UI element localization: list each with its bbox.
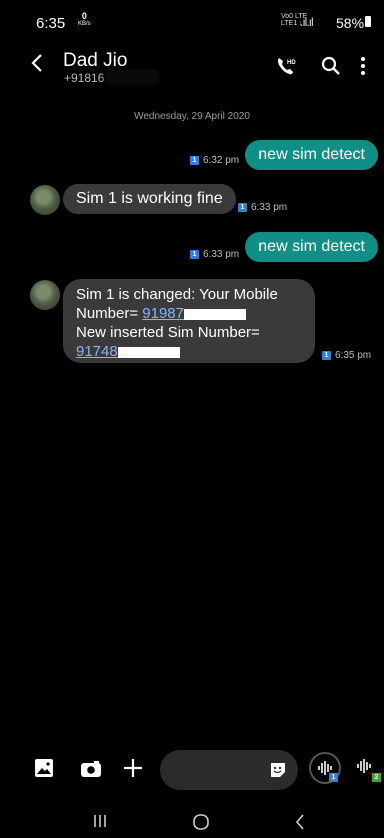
recent-apps-icon[interactable]	[92, 813, 108, 834]
search-icon[interactable]	[321, 56, 341, 76]
message-bubble-incoming[interactable]: Sim 1 is changed: Your Mobile Number= 91…	[63, 279, 315, 363]
message-bubble-outgoing[interactable]: new sim detect	[245, 232, 378, 262]
message-bubble-incoming[interactable]: Sim 1 is working fine	[63, 184, 236, 214]
message-line: New inserted Sim Number=	[76, 324, 260, 341]
message-bubble-outgoing[interactable]: new sim detect	[245, 140, 378, 170]
message-text: Number=	[76, 305, 143, 322]
voice-sim1-button[interactable]: 1	[309, 752, 341, 784]
status-bar: 6:35 0 KB/s Vo0 LTE LTE1 ↓↑ .ıl.ıl 58%	[0, 0, 384, 40]
avatar[interactable]	[30, 280, 60, 310]
home-icon[interactable]	[192, 813, 210, 836]
signal-icon: .ıl.ıl	[300, 15, 314, 29]
voice-sim2-button[interactable]: 2	[352, 752, 382, 784]
time-label: 6:33 pm	[203, 249, 240, 260]
gallery-icon[interactable]	[34, 758, 60, 784]
number-redaction	[184, 308, 246, 320]
net-speed: 0 KB/s	[78, 12, 91, 28]
message-line: 91748	[76, 342, 315, 361]
time-label: 6:35 pm	[335, 350, 372, 361]
net-speed-unit: KB/s	[78, 21, 91, 27]
sticker-icon[interactable]	[270, 762, 286, 778]
phone-link[interactable]: 91987	[142, 305, 184, 322]
svg-text:HD: HD	[287, 60, 296, 66]
sim-badge-icon: 1	[322, 350, 331, 360]
message-time: 1 6:33 pm	[190, 249, 239, 260]
number-redaction	[104, 69, 160, 85]
sim2-badge-icon: 2	[372, 773, 381, 782]
message-time: 1 6:35 pm	[322, 350, 371, 361]
message-line: Sim 1 is changed: Your Mobile	[76, 286, 278, 303]
status-time: 6:35	[36, 15, 66, 32]
sim-badge-icon: 1	[238, 202, 247, 212]
time-label: 6:32 pm	[203, 155, 240, 166]
battery-icon	[365, 16, 371, 27]
avatar[interactable]	[30, 185, 60, 215]
back-button[interactable]	[30, 52, 44, 81]
add-attachment-icon[interactable]	[122, 757, 148, 783]
sim1-badge-icon: 1	[329, 773, 338, 782]
date-divider: Wednesday, 29 April 2020	[134, 111, 250, 122]
message-time: 1 6:32 pm	[190, 155, 239, 166]
number-redaction	[117, 346, 180, 358]
phone-link[interactable]: 91748	[76, 343, 118, 360]
more-options-icon[interactable]	[360, 56, 366, 76]
net-speed-value: 0	[81, 11, 87, 21]
camera-icon[interactable]	[80, 760, 106, 786]
sim-badge-icon: 1	[190, 249, 199, 259]
time-label: 6:33 pm	[251, 202, 288, 213]
navigation-bar	[0, 808, 384, 838]
back-arrow-icon	[31, 54, 42, 72]
contact-number: +91816	[64, 71, 105, 85]
sim-badge-icon: 1	[190, 155, 199, 165]
message-time: 1 6:33 pm	[238, 202, 287, 213]
battery-percent: 58%	[336, 15, 365, 31]
message-line: Number= 91987	[76, 304, 315, 323]
back-nav-icon[interactable]	[294, 813, 306, 836]
hd-call-icon[interactable]: HD	[276, 56, 298, 75]
